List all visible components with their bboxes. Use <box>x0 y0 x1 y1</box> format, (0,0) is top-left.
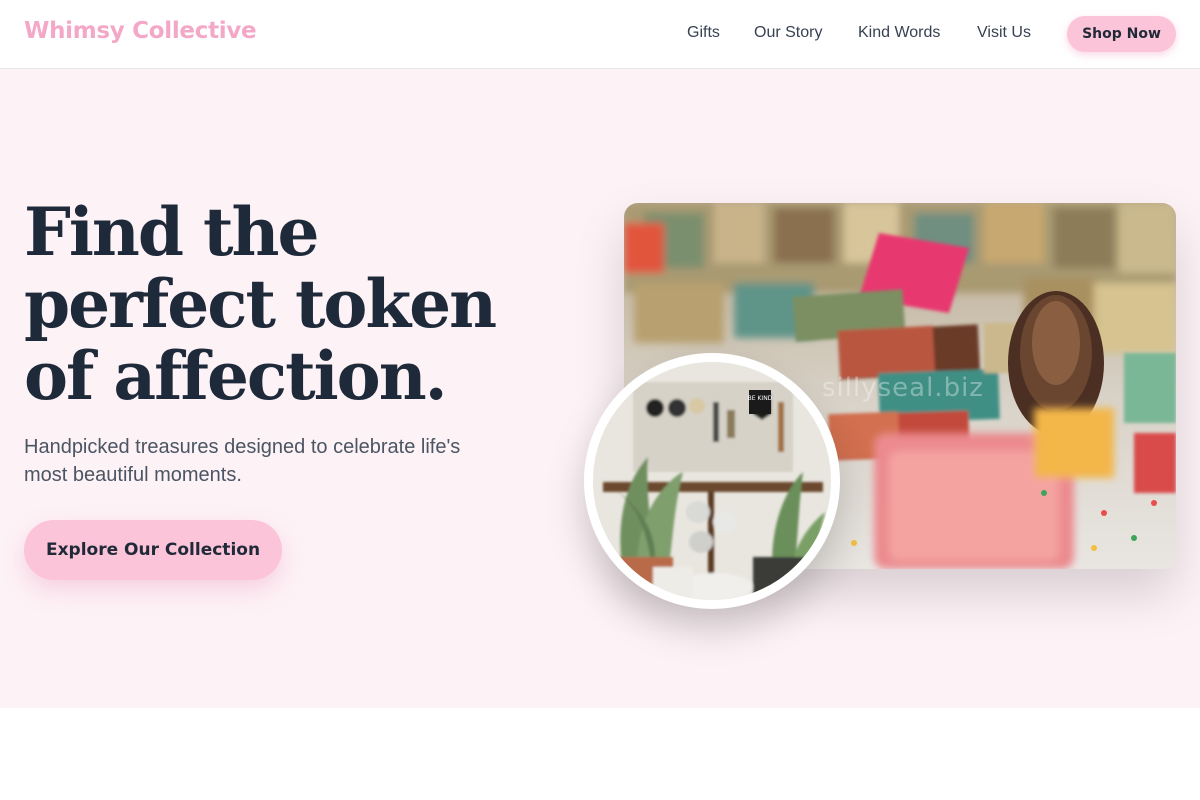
nav-link-our-story[interactable]: Our Story <box>754 24 822 42</box>
hero-subtext: Handpicked treasures designed to celebra… <box>24 436 461 486</box>
hero-section: Find the perfect token of affection. Han… <box>0 69 1200 708</box>
nav-link-gifts[interactable]: Gifts <box>687 24 720 42</box>
hero-headline: Find the perfect token of affection. <box>24 193 497 415</box>
plants-shop-photo: BE KIND <box>584 353 840 609</box>
nav-link-kind-words[interactable]: Kind Words <box>858 24 940 42</box>
shop-now-button[interactable]: Shop Now <box>1067 16 1176 52</box>
explore-collection-button[interactable]: Explore Our Collection <box>24 520 282 580</box>
nav-link-visit-us[interactable]: Visit Us <box>977 24 1031 42</box>
brand-logo[interactable]: Whimsy Collective <box>24 18 257 44</box>
page-below-hero <box>0 708 1200 800</box>
image-watermark: sillyseal.biz <box>822 373 984 403</box>
be-kind-sign-text: BE KIND <box>748 395 773 402</box>
site-header: Whimsy Collective Gifts Our Story Kind W… <box>0 0 1200 69</box>
